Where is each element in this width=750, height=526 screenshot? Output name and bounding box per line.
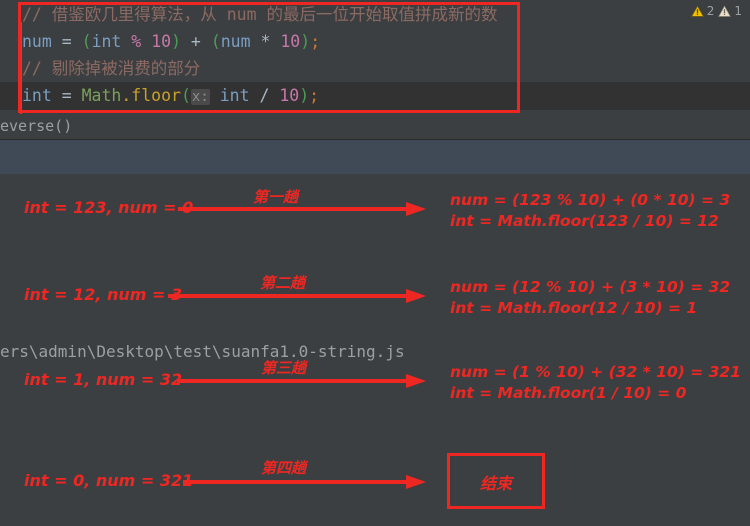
code-token: ) (299, 86, 310, 105)
end-annotation-box: 结束 (447, 453, 545, 509)
inspection-status-widget[interactable]: 2 1 (690, 4, 742, 18)
annotation-state-label: int = 12, num = 3 (24, 285, 183, 304)
code-token: // 借鉴欧几里得算法，从 num 的最后一位开始取值拼成新的数 (22, 5, 498, 24)
code-token: + (181, 32, 211, 51)
code-token: ; (310, 32, 321, 51)
annotation-result-line: num = (123 % 10) + (0 * 10) = 3 (450, 191, 731, 209)
code-token: ) (300, 32, 311, 51)
weak-warning-indicator[interactable]: 1 (718, 4, 742, 18)
code-line[interactable]: num = (int % 10) + (num * 10); (22, 28, 320, 55)
code-token: // 剔除掉被消费的部分 (22, 59, 201, 78)
annotation-arrow (183, 475, 426, 489)
code-token: = (51, 32, 82, 51)
code-token: ( (210, 32, 221, 51)
code-token: int (91, 32, 122, 51)
annotation-arrow (168, 289, 426, 303)
code-token: ; (309, 86, 320, 105)
code-editor-pane[interactable]: // 借鉴欧几里得算法，从 num 的最后一位开始取值拼成新的数 num = (… (0, 0, 750, 114)
annotation-result-line: int = Math.floor(1 / 10) = 0 (450, 384, 687, 402)
code-line[interactable]: // 剔除掉被消费的部分 (22, 55, 200, 82)
code-token: 10 (279, 86, 300, 105)
code-token: 10 (280, 32, 301, 51)
annotation-result-line: int = Math.floor(123 / 10) = 12 (450, 212, 719, 230)
code-token: ( (180, 86, 191, 105)
code-token: ) (171, 32, 181, 51)
code-token: Math (81, 86, 122, 105)
code-token: num (22, 32, 52, 51)
annotation-result-line: num = (1 % 10) + (32 * 10) = 321 (450, 363, 741, 381)
warning-count: 2 (706, 4, 715, 18)
output-file-path: ers\admin\Desktop\test\suanfa1.0-string.… (0, 342, 405, 361)
annotation-arrow (177, 374, 426, 388)
annotation-result-line: num = (12 % 10) + (3 * 10) = 32 (450, 278, 731, 296)
annotation-state-label: int = 0, num = 321 (24, 471, 194, 490)
annotation-state-label: int = 123, num = 0 (24, 198, 194, 217)
weak-warning-count: 1 (734, 4, 742, 18)
code-token: .floor (121, 86, 181, 105)
annotation-state-label: int = 1, num = 32 (24, 370, 183, 389)
code-line[interactable]: // 借鉴欧几里得算法，从 num 的最后一位开始取值拼成新的数 (22, 1, 497, 28)
code-token: * (250, 32, 281, 51)
code-token: 10 (151, 32, 172, 51)
warning-triangle-icon (690, 5, 704, 17)
annotation-arrow (178, 202, 426, 216)
console-selection-band (0, 140, 750, 175)
code-token: int (22, 86, 52, 105)
code-token: x: (190, 89, 210, 105)
weak-warning-triangle-icon (718, 5, 732, 17)
code-token: = (51, 86, 82, 105)
breadcrumb[interactable]: everse() (0, 117, 72, 135)
code-token: % (121, 32, 152, 51)
warning-indicator[interactable]: 2 (690, 4, 715, 18)
code-token: num (220, 32, 251, 51)
annotation-result-line: int = Math.floor(12 / 10) = 1 (450, 299, 698, 317)
end-box-label: 结束 (479, 474, 512, 493)
code-token: int (209, 86, 250, 105)
code-token: ( (81, 32, 92, 51)
code-line[interactable]: int = Math.floor(x: int / 10); (22, 82, 319, 109)
run-output-pane[interactable]: ers\admin\Desktop\test\suanfa1.0-string.… (0, 174, 750, 526)
breadcrumb-bar[interactable]: everse() (0, 114, 750, 140)
code-token: / (249, 86, 280, 105)
